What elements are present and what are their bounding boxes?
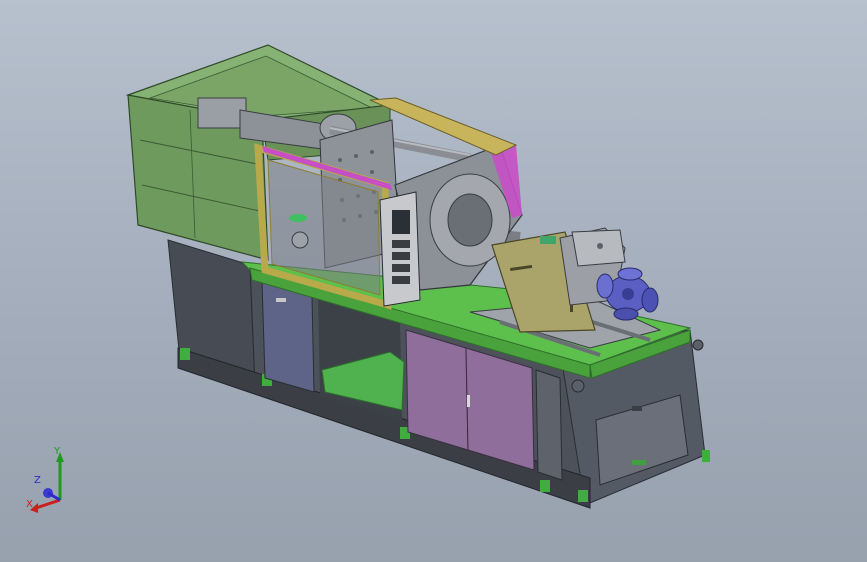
hydraulic-cabinet-door-right [465,347,535,471]
x-axis-label: X [26,499,33,510]
z-axis-label: Z [34,475,41,486]
skid-foot-4 [540,480,550,492]
bed-corner-bolt-2 [692,339,704,351]
machine-model[interactable] [0,0,867,562]
fixed-platen-bore [447,193,493,247]
bed-corner-bolt [571,379,585,393]
x-axis-arrow [35,498,61,510]
control-screen [392,210,410,234]
electrical-cabinet-door [261,281,315,393]
clamp-cylinder-block [197,97,247,129]
ejector-green-part [289,214,307,222]
motor-bolt [597,243,603,249]
green-nozzle-collar [540,236,556,244]
y-axis-label: Y [54,446,61,457]
cabinet-door-handle [467,395,470,407]
skid-foot-1 [180,348,190,360]
cabinet-door-latch [276,298,286,302]
hydraulic-cabinet-door-left [405,329,469,451]
base-end-handle-top [632,406,642,411]
control-panel[interactable] [379,191,421,307]
base-end-handle [632,460,646,465]
mold-component [291,231,309,249]
skid-foot-6 [702,450,710,462]
graphics-viewport[interactable]: Y Z X [0,0,867,562]
cabinet-side-panel [535,369,563,481]
skid-foot-5 [578,490,588,502]
